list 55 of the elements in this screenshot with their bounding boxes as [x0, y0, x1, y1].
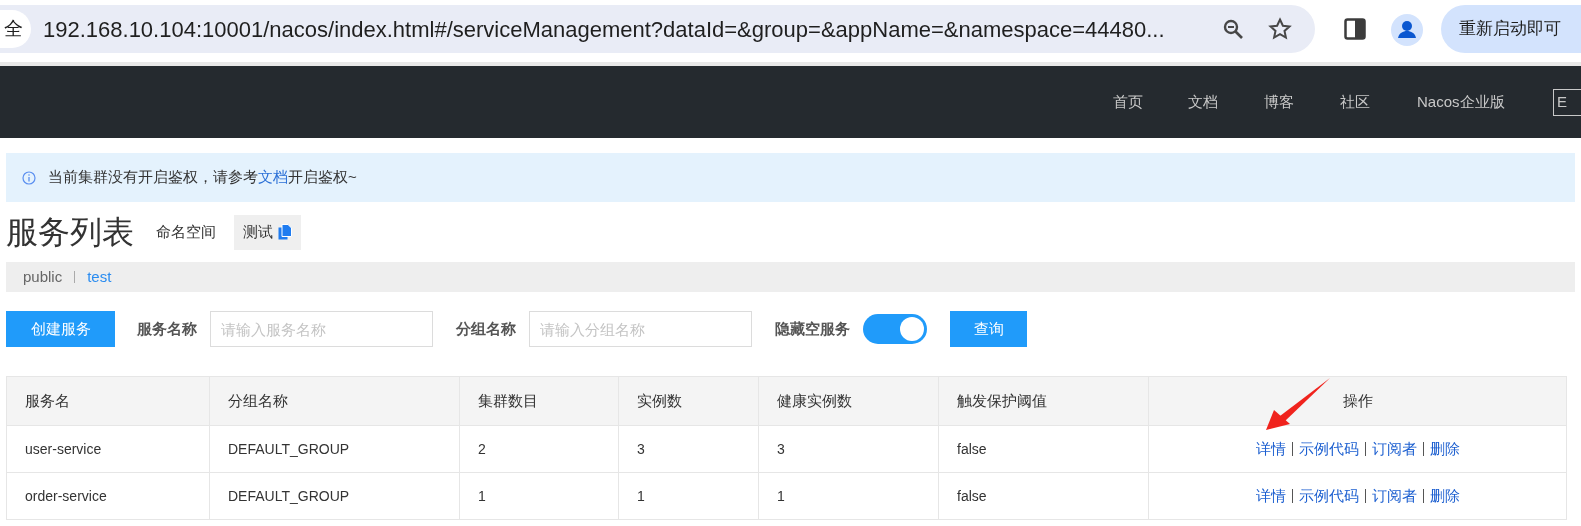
- docs-link[interactable]: 文档: [258, 168, 288, 186]
- hide-empty-label: 隐藏空服务: [775, 318, 850, 339]
- action-link[interactable]: 订阅者: [1371, 437, 1417, 461]
- security-chip[interactable]: 全: [0, 10, 31, 48]
- nav-link[interactable]: Nacos企业版: [1417, 90, 1505, 114]
- column-header: 集群数目: [460, 377, 619, 426]
- url-text: 192.168.10.104:10001/nacos/index.html#/serviceManagement?dataId=&group=&appName=&namespace=44480...: [43, 15, 1165, 44]
- group-name-label: 分组名称: [456, 318, 516, 339]
- action-link[interactable]: 删除: [1429, 437, 1460, 461]
- namespace-chip[interactable]: 测试: [234, 214, 301, 250]
- namespace-tab[interactable]: public: [23, 265, 63, 289]
- table-cell: 1: [460, 473, 619, 520]
- action-link[interactable]: 示例代码: [1298, 484, 1359, 508]
- restart-button[interactable]: 重新启动即可: [1441, 5, 1581, 53]
- column-header: 触发保护阈值: [939, 377, 1149, 426]
- action-link[interactable]: 示例代码: [1298, 437, 1359, 461]
- action-link[interactable]: 订阅者: [1371, 484, 1417, 508]
- nav-link[interactable]: 社区: [1340, 90, 1370, 114]
- table-cell: 2: [460, 426, 619, 473]
- table-cell: false: [939, 426, 1149, 473]
- nav-link[interactable]: 博客: [1264, 90, 1294, 114]
- nav-link[interactable]: 首页: [1113, 90, 1143, 114]
- table-cell: false: [939, 473, 1149, 520]
- language-button[interactable]: E: [1553, 89, 1581, 116]
- action-link[interactable]: 删除: [1429, 484, 1460, 508]
- zoom-icon[interactable]: [1221, 17, 1245, 41]
- toggle-switch[interactable]: [863, 314, 927, 344]
- table-cell: 1: [619, 473, 759, 520]
- profile-icon[interactable]: [1391, 14, 1423, 46]
- namespace-value: 测试: [243, 221, 273, 242]
- service-name-field[interactable]: 请输入服务名称: [210, 311, 433, 347]
- address-bar[interactable]: 全 192.168.10.104:10001/nacos/index.html#/serviceManagement?dataId=&group=&appName=&namespace=44480...: [0, 5, 1315, 53]
- column-header: 健康实例数: [759, 377, 939, 426]
- page-title: 服务列表: [6, 216, 134, 248]
- alert-message: 当前集群没有开启鉴权，请参考文档开启鉴权~: [48, 167, 357, 188]
- table-cell: 3: [619, 426, 759, 473]
- column-header: 分组名称: [210, 377, 460, 426]
- table-cell: 1: [759, 473, 939, 520]
- table-cell: order-service: [7, 473, 210, 520]
- table-cell: DEFAULT_GROUP: [210, 426, 460, 473]
- namespace-label: 命名空间: [156, 221, 216, 242]
- table-cell: user-service: [7, 426, 210, 473]
- info-icon: [22, 170, 36, 185]
- action-link[interactable]: 详情: [1255, 484, 1286, 508]
- column-header: 服务名: [7, 377, 210, 426]
- side-panel-icon[interactable]: [1344, 18, 1366, 40]
- service-name-label: 服务名称: [137, 318, 197, 339]
- nav-link[interactable]: 文档: [1188, 90, 1218, 114]
- star-icon[interactable]: [1268, 17, 1292, 41]
- table-cell: DEFAULT_GROUP: [210, 473, 460, 520]
- action-link[interactable]: 详情: [1255, 437, 1286, 461]
- column-header: 实例数: [619, 377, 759, 426]
- table-cell: 3: [759, 426, 939, 473]
- copy-icon[interactable]: [278, 224, 292, 240]
- group-name-field[interactable]: 请输入分组名称: [529, 311, 752, 347]
